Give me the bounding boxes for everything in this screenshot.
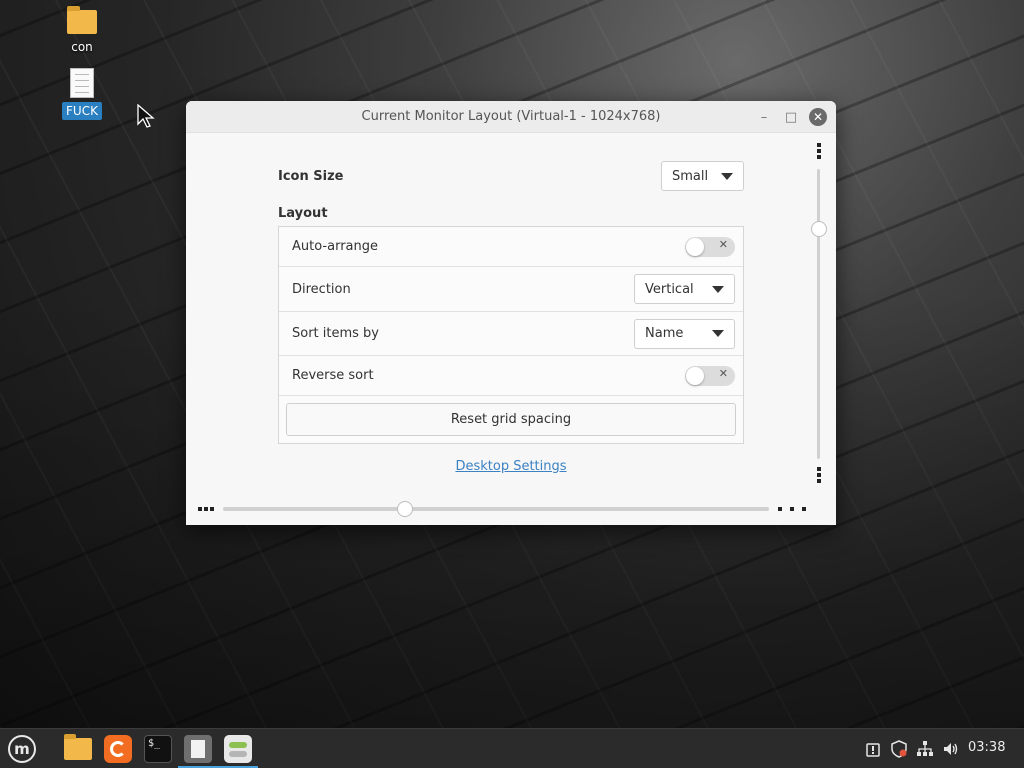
sort-items-dropdown[interactable]: Name bbox=[634, 318, 735, 349]
update-manager-icon[interactable] bbox=[864, 740, 882, 758]
firefox-launcher[interactable] bbox=[102, 733, 134, 765]
settings-content: Icon Size Small Layout Auto-arrange ✕ Di… bbox=[186, 133, 836, 525]
files-launcher[interactable] bbox=[62, 733, 94, 765]
toggle-off-icon: ✕ bbox=[718, 237, 728, 251]
scroll-dots-icon bbox=[778, 507, 806, 511]
icon-size-dropdown[interactable]: Small bbox=[661, 161, 744, 191]
auto-arrange-toggle[interactable]: ✕ bbox=[685, 236, 735, 257]
desktop-icon-label: FUCK bbox=[62, 102, 102, 120]
desktop-icon-file[interactable]: FUCK bbox=[52, 68, 112, 120]
scroll-dots-icon bbox=[817, 143, 821, 161]
minimize-icon: – bbox=[760, 109, 768, 125]
text-editor-launcher[interactable] bbox=[178, 733, 218, 768]
terminal-launcher[interactable]: $_ bbox=[142, 733, 174, 765]
toggle-knob bbox=[686, 237, 704, 256]
icon-size-value: Small bbox=[672, 168, 709, 184]
horizontal-scrollbar[interactable] bbox=[198, 501, 810, 517]
sort-items-row: Sort items by Name bbox=[279, 312, 743, 356]
taskbar: m $_ 03:38 bbox=[0, 728, 1024, 768]
direction-label: Direction bbox=[292, 281, 351, 297]
vertical-scroll-track[interactable] bbox=[817, 169, 820, 459]
minimize-button[interactable]: – bbox=[754, 107, 774, 127]
sort-items-value: Name bbox=[645, 326, 684, 341]
close-icon: ✕ bbox=[809, 108, 827, 126]
chevron-down-icon bbox=[712, 330, 724, 337]
auto-arrange-label: Auto-arrange bbox=[292, 239, 378, 254]
horizontal-scroll-handle[interactable] bbox=[397, 501, 413, 517]
vertical-scrollbar[interactable] bbox=[811, 143, 827, 503]
menu-icon: m bbox=[8, 735, 36, 763]
maximize-icon: □ bbox=[784, 109, 798, 125]
layout-group: Auto-arrange ✕ Direction Vertical Sort i… bbox=[278, 226, 744, 444]
firefox-icon bbox=[104, 735, 132, 763]
toggle-knob bbox=[686, 366, 704, 385]
folder-icon bbox=[67, 6, 97, 34]
reverse-sort-row: Reverse sort ✕ bbox=[279, 356, 743, 396]
text-file-icon bbox=[70, 68, 94, 98]
sort-items-label: Sort items by bbox=[292, 326, 380, 341]
direction-value: Vertical bbox=[645, 281, 694, 297]
clock[interactable]: 03:38 bbox=[968, 740, 1005, 755]
direction-row: Direction Vertical bbox=[279, 267, 743, 312]
reverse-sort-toggle[interactable]: ✕ bbox=[685, 365, 735, 386]
menu-button[interactable]: m bbox=[6, 733, 38, 765]
settings-icon bbox=[224, 735, 252, 763]
icon-size-row: Icon Size Small bbox=[278, 161, 744, 191]
mouse-cursor-icon bbox=[137, 104, 155, 128]
maximize-button[interactable]: □ bbox=[781, 107, 801, 127]
system-tray bbox=[864, 729, 960, 768]
network-icon[interactable] bbox=[916, 740, 934, 758]
scroll-dots-icon bbox=[817, 467, 821, 485]
close-button[interactable]: ✕ bbox=[808, 107, 828, 127]
toggle-off-icon: ✕ bbox=[718, 366, 728, 380]
titlebar[interactable]: Current Monitor Layout (Virtual-1 - 1024… bbox=[186, 101, 836, 133]
shield-icon[interactable] bbox=[890, 740, 908, 758]
direction-dropdown[interactable]: Vertical bbox=[634, 274, 735, 304]
horizontal-scroll-track[interactable] bbox=[223, 507, 769, 511]
desktop-icon-label: con bbox=[71, 40, 93, 54]
reverse-sort-label: Reverse sort bbox=[292, 368, 374, 383]
files-icon bbox=[64, 734, 92, 760]
text-editor-icon bbox=[184, 735, 212, 763]
layout-heading: Layout bbox=[278, 206, 328, 221]
chevron-down-icon bbox=[721, 172, 733, 180]
window-title: Current Monitor Layout (Virtual-1 - 1024… bbox=[361, 109, 661, 124]
icon-size-label: Icon Size bbox=[278, 168, 344, 184]
reset-grid-spacing-button[interactable]: Reset grid spacing bbox=[286, 403, 736, 436]
desktop-icon-con[interactable]: con bbox=[52, 6, 112, 56]
desktop-settings-link[interactable]: Desktop Settings bbox=[186, 459, 836, 474]
vertical-scroll-handle[interactable] bbox=[811, 221, 827, 237]
settings-launcher[interactable] bbox=[218, 733, 258, 768]
scroll-dots-icon bbox=[198, 507, 214, 511]
chevron-down-icon bbox=[712, 285, 724, 293]
terminal-icon: $_ bbox=[144, 735, 172, 763]
auto-arrange-row: Auto-arrange ✕ bbox=[279, 227, 743, 267]
monitor-layout-window: Current Monitor Layout (Virtual-1 - 1024… bbox=[186, 101, 836, 525]
volume-icon[interactable] bbox=[942, 740, 960, 758]
